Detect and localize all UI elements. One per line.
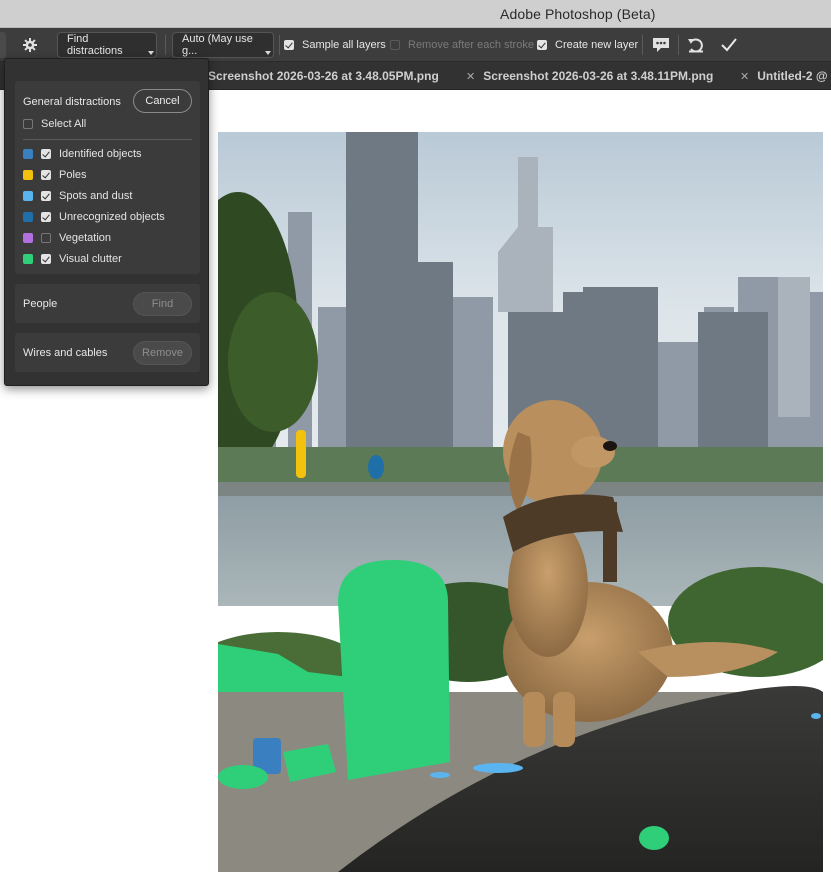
distraction-item-visual-clutter[interactable]: Visual clutter: [23, 251, 122, 267]
close-icon[interactable]: ✕: [740, 70, 749, 83]
canvas-image[interactable]: [218, 132, 823, 872]
tab-document-3[interactable]: ✕ Untitled-2 @: [740, 62, 828, 90]
feedback-icon[interactable]: [648, 32, 674, 58]
distraction-item-vegetation[interactable]: Vegetation: [23, 230, 111, 246]
create-new-layer-label: Create new layer: [555, 39, 639, 51]
color-swatch: [23, 212, 33, 222]
distraction-item-unrecognized-objects[interactable]: Unrecognized objects: [23, 209, 165, 225]
color-swatch: [23, 233, 33, 243]
photoshop-window: Adobe Photoshop (Beta) Find distractions…: [0, 0, 831, 883]
general-distractions-section: General distractions Cancel Select All I…: [15, 81, 200, 274]
distraction-item-label: Poles: [59, 169, 87, 181]
checkbox-checked-icon: [41, 212, 51, 222]
checkbox-unchecked-icon: [23, 119, 33, 129]
distraction-item-label: Vegetation: [59, 232, 111, 244]
options-bar: Find distractions Auto (May use g... Sam…: [0, 28, 831, 62]
create-new-layer-checkbox[interactable]: Create new layer: [537, 32, 638, 58]
divider: [678, 35, 679, 55]
color-swatch: [23, 170, 33, 180]
wires-and-cables-section: Wires and cables Remove: [15, 333, 200, 372]
mode-dropdown[interactable]: Auto (May use g...: [172, 32, 274, 58]
checkbox-checked-icon: [41, 254, 51, 264]
cancel-undo-icon[interactable]: [683, 32, 709, 58]
people-title: People: [23, 298, 58, 310]
remove-wires-button[interactable]: Remove: [133, 341, 192, 365]
sample-all-layers-label: Sample all layers: [302, 39, 386, 51]
cancel-button[interactable]: Cancel: [133, 89, 192, 113]
select-all-checkbox[interactable]: Select All: [23, 116, 86, 132]
wires-and-cables-title: Wires and cables: [23, 347, 108, 359]
tab-label: Screenshot 2026-03-26 at 3.48.11PM.png: [483, 69, 714, 83]
tab-document-2[interactable]: ✕ Screenshot 2026-03-26 at 3.48.11PM.png: [466, 62, 713, 90]
divider: [279, 35, 280, 55]
checkbox-unchecked-icon: [390, 40, 400, 50]
checkbox-checked-icon: [41, 170, 51, 180]
tab-label: Screenshot 2026-03-26 at 3.48.05PM.png: [208, 69, 439, 83]
sample-all-layers-checkbox[interactable]: Sample all layers: [284, 32, 386, 58]
distraction-item-identified-objects[interactable]: Identified objects: [23, 146, 142, 162]
distraction-item-spots-and-dust[interactable]: Spots and dust: [23, 188, 132, 204]
tab-document-1[interactable]: Screenshot 2026-03-26 at 3.48.05PM.png: [208, 62, 439, 90]
distraction-item-poles[interactable]: Poles: [23, 167, 87, 183]
remove-after-stroke-label: Remove after each stroke: [408, 39, 534, 51]
tool-preset-picker[interactable]: [0, 32, 6, 58]
window-title: Adobe Photoshop (Beta): [500, 6, 656, 22]
find-distractions-label: Find distractions: [67, 33, 123, 57]
select-all-label: Select All: [41, 118, 87, 130]
remove-after-stroke-checkbox[interactable]: Remove after each stroke: [390, 32, 534, 58]
divider: [23, 139, 192, 140]
mode-dropdown-value: Auto (May use g...: [182, 33, 253, 57]
divider: [165, 35, 166, 55]
tab-label: Untitled-2 @: [757, 69, 828, 83]
people-section: People Find: [15, 284, 200, 323]
distraction-item-label: Spots and dust: [59, 190, 133, 202]
checkbox-checked-icon: [41, 191, 51, 201]
color-swatch: [23, 191, 33, 201]
close-icon[interactable]: ✕: [466, 70, 475, 83]
checkbox-checked-icon: [284, 40, 294, 50]
find-distractions-button[interactable]: Find distractions: [57, 32, 157, 58]
color-swatch: [23, 149, 33, 159]
checkbox-unchecked-icon: [41, 233, 51, 243]
distraction-item-label: Unrecognized objects: [59, 211, 165, 223]
gear-icon[interactable]: [18, 32, 42, 58]
general-distractions-title: General distractions: [23, 96, 121, 108]
color-swatch: [23, 254, 33, 264]
distraction-item-label: Identified objects: [59, 148, 142, 160]
find-distractions-panel: General distractions Cancel Select All I…: [4, 58, 209, 386]
find-people-button[interactable]: Find: [133, 292, 192, 316]
commit-checkmark-icon[interactable]: [716, 32, 742, 58]
divider: [642, 35, 643, 55]
checkbox-checked-icon: [41, 149, 51, 159]
distraction-item-label: Visual clutter: [59, 253, 122, 265]
title-bar: Adobe Photoshop (Beta): [0, 0, 831, 28]
checkbox-checked-icon: [537, 40, 547, 50]
chevron-down-icon: [148, 51, 154, 55]
chevron-down-icon: [265, 51, 271, 55]
